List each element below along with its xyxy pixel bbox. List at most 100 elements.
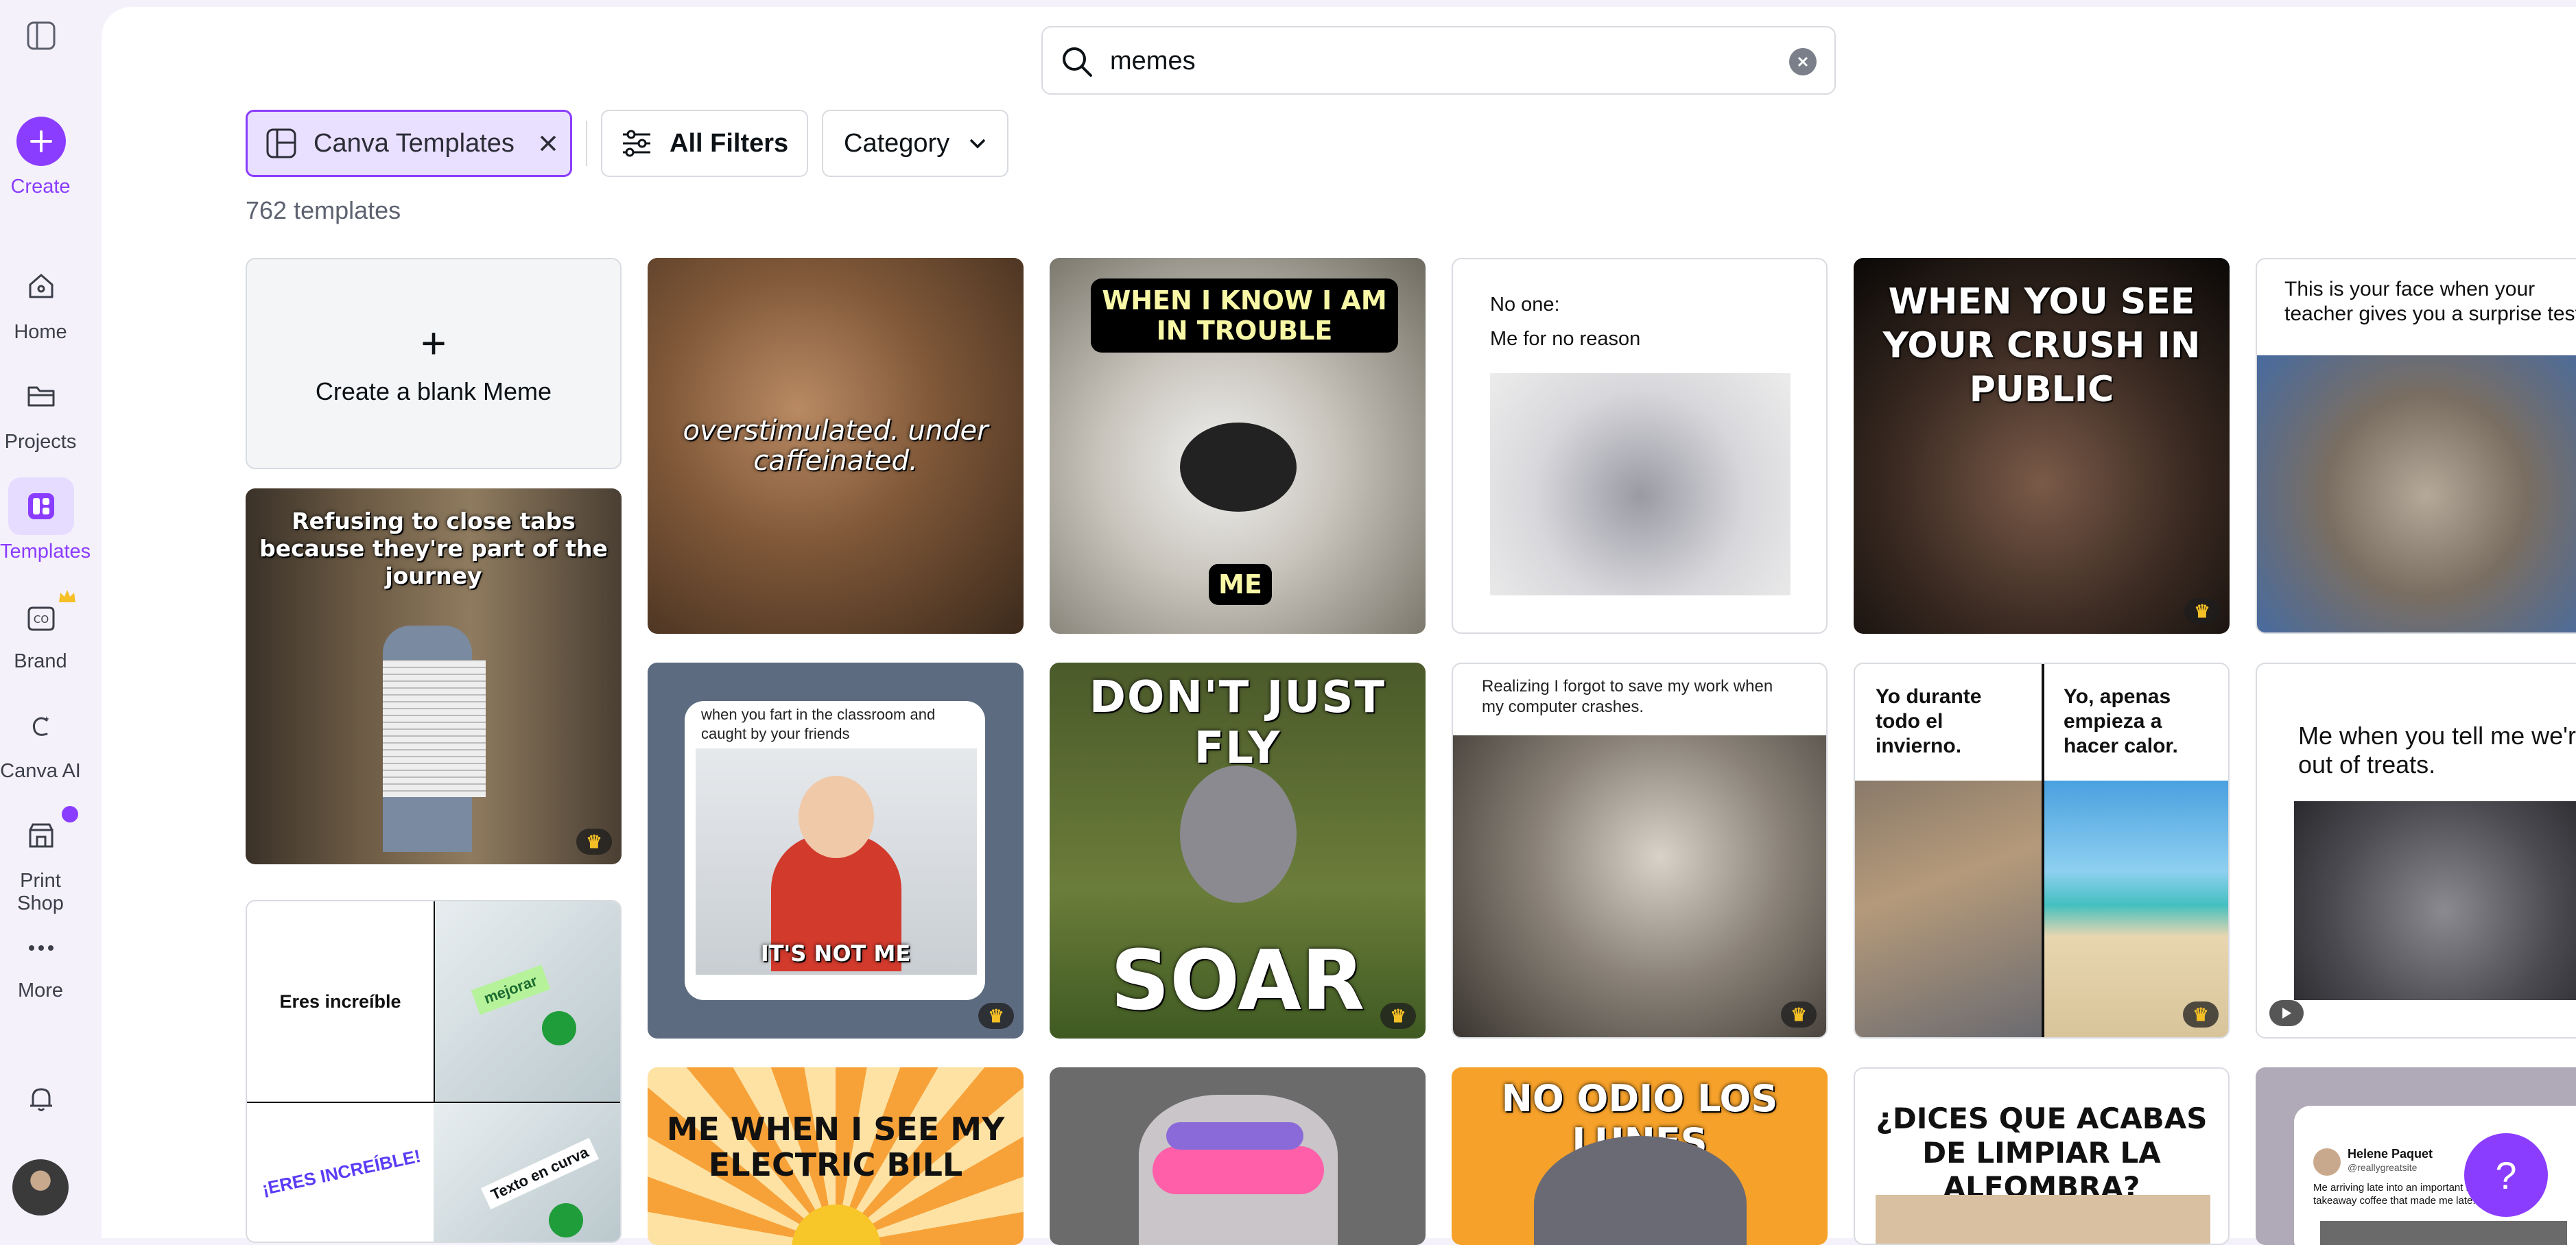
templates-icon — [266, 128, 296, 158]
person-face — [799, 776, 874, 858]
card-caption: Me when you tell me we're out of treats. — [2298, 722, 2576, 779]
crown-icon — [59, 590, 75, 602]
card-caption: DON'T JUST FLY — [1089, 672, 1386, 774]
more-icon[interactable] — [26, 933, 56, 963]
template-card[interactable]: WHEN YOU SEE YOUR CRUSH IN PUBLIC ♛ — [1854, 258, 2230, 634]
search-input[interactable] — [1110, 41, 1727, 81]
template-card[interactable]: This is your face when your teacher give… — [2256, 258, 2576, 634]
clear-search-icon[interactable] — [1789, 48, 1817, 75]
template-card[interactable]: Realizing I forgot to save my work when … — [1452, 663, 1828, 1039]
create-blank-label: Create a blank Meme — [315, 377, 552, 405]
template-card[interactable]: Yo durante todo el invierno. Yo, apenas … — [1854, 663, 2230, 1039]
sidebar-item-home[interactable]: Home — [0, 321, 81, 344]
sleeping-cat-photo — [1855, 781, 2042, 1037]
tweet-name: Helene Paquet — [2348, 1147, 2433, 1161]
cat-photo — [2257, 355, 2576, 632]
create-blank-meme-card[interactable]: + Create a blank Meme — [246, 258, 622, 469]
sidebar-item-projects[interactable]: Projects — [0, 431, 81, 453]
template-card[interactable]: ME WHEN I SEE MY ELECTRIC BILL — [648, 1067, 1024, 1245]
sun-shape — [792, 1205, 881, 1245]
avatar — [2313, 1148, 2341, 1176]
card-caption: overstimulated. under caffeinated. — [683, 415, 989, 477]
card-bottom-text: SOAR — [1110, 934, 1365, 1029]
crown-icon: ♛ — [2183, 1001, 2219, 1028]
plus-icon — [30, 130, 52, 152]
template-card[interactable] — [1050, 1067, 1426, 1245]
left-sidebar: Create Home Projects Templates CO Brand … — [0, 0, 102, 1238]
sidebar-toggle-icon[interactable] — [26, 21, 56, 51]
close-icon — [1797, 56, 1808, 67]
template-card[interactable]: Refusing to close tabs because they're p… — [246, 488, 622, 864]
create-button[interactable] — [16, 117, 66, 166]
template-card[interactable]: WHEN I KNOW I AM IN TROUBLE ME — [1050, 258, 1426, 634]
canva-ai-icon[interactable] — [26, 712, 56, 742]
keyboard-image — [434, 901, 620, 1102]
card-caption: WHEN I KNOW I AM IN TROUBLE — [1091, 278, 1398, 353]
close-icon[interactable] — [538, 133, 558, 154]
avatar[interactable] — [12, 1159, 69, 1216]
video-play-icon — [2269, 1000, 2304, 1026]
card-caption: when you fart in the classroom and caugh… — [701, 706, 936, 742]
card-caption: WHEN YOU SEE YOUR CRUSH IN PUBLIC — [1882, 281, 2201, 410]
vintage-photo — [1453, 735, 1826, 1037]
card-text-top-left: Eres increíble — [279, 991, 401, 1012]
card-bottom-text: IT'S NOT ME — [760, 940, 911, 967]
search-bar — [1041, 26, 1836, 95]
cat-photo — [2294, 801, 2576, 1000]
sidebar-item-more[interactable]: More — [0, 980, 81, 1002]
template-card[interactable]: No one: Me for no reason — [1452, 258, 1828, 634]
template-card[interactable]: overstimulated. under caffeinated. — [648, 258, 1024, 634]
sidebar-item-print-shop[interactable]: Print Shop — [0, 870, 81, 915]
canva-templates-filter-chip[interactable]: Canva Templates — [246, 110, 572, 177]
all-filters-label: All Filters — [670, 128, 789, 158]
card-caption: ¿DICES QUE ACABAS DE LIMPIAR LA ALFOMBRA… — [1876, 1102, 2208, 1204]
card-bottom-text: ME — [1209, 564, 1272, 605]
crown-icon: ♛ — [576, 829, 612, 855]
card-text-bottom-left: ¡ERES INCREÍBLE! — [260, 1145, 423, 1200]
card-caption: ME WHEN I SEE MY ELECTRIC BILL — [666, 1111, 1005, 1183]
template-card[interactable]: Me when you tell me we're out of treats. — [2256, 663, 2576, 1039]
card-text-line2: Me for no reason — [1490, 328, 1641, 350]
tweet-handle: @reallygreatsite — [2348, 1162, 2418, 1173]
green-key-icon — [549, 1203, 583, 1237]
cat-face — [1180, 423, 1297, 512]
folder-icon[interactable] — [26, 381, 56, 411]
notifications-bell-icon[interactable] — [26, 1084, 56, 1114]
category-dropdown[interactable]: Category — [822, 110, 1008, 177]
crown-icon: ♛ — [1380, 1003, 1416, 1029]
template-card[interactable]: when you fart in the classroom and caugh… — [648, 663, 1024, 1039]
card-text-right: Yo, apenas empieza a hacer calor. — [2064, 685, 2178, 757]
category-label: Category — [844, 128, 950, 158]
card-text-left: Yo durante todo el invierno. — [1876, 685, 1982, 757]
sidebar-item-templates-label: Templates — [0, 541, 91, 562]
brand-icon[interactable]: CO — [26, 602, 56, 632]
tweet-photo — [2320, 1221, 2567, 1245]
template-card[interactable]: NO ODIO LOS LUNES — [1452, 1067, 1828, 1245]
sidebar-item-canva-ai[interactable]: Canva AI — [0, 760, 81, 783]
cat-figure — [1180, 766, 1297, 903]
all-filters-button[interactable]: All Filters — [601, 110, 808, 177]
help-button[interactable]: ? — [2464, 1133, 2548, 1217]
sidebar-item-brand[interactable]: Brand — [0, 650, 81, 673]
results-count: 762 templates — [246, 196, 401, 224]
main-panel: Canva Templates All Filters Category 762… — [102, 7, 2576, 1245]
chip-label: Canva Templates — [314, 128, 515, 158]
card-caption: This is your face when your teacher give… — [2284, 278, 2576, 325]
chevron-down-icon — [969, 139, 986, 149]
crown-icon: ♛ — [978, 1003, 1014, 1029]
paper-stack — [383, 660, 486, 797]
card-text-line1: No one: — [1490, 294, 1560, 316]
sunglasses-shape — [1153, 1146, 1324, 1194]
print-shop-icon[interactable] — [26, 820, 56, 851]
card-caption: Realizing I forgot to save my work when … — [1482, 677, 1773, 716]
template-card[interactable]: ¿DICES QUE ACABAS DE LIMPIAR LA ALFOMBRA… — [1854, 1067, 2230, 1245]
green-key-icon — [542, 1011, 576, 1045]
home-icon[interactable] — [26, 271, 56, 301]
template-card[interactable]: DON'T JUST FLY SOAR ♛ — [1050, 663, 1426, 1039]
notification-dot — [62, 806, 78, 822]
create-label: Create — [10, 176, 71, 198]
crown-icon: ♛ — [1781, 1001, 1817, 1028]
template-card[interactable]: Eres increíble mejorar ¡ERES INCREÍBLE! … — [246, 900, 622, 1243]
filter-divider — [586, 121, 587, 166]
templates-icon — [28, 493, 54, 519]
